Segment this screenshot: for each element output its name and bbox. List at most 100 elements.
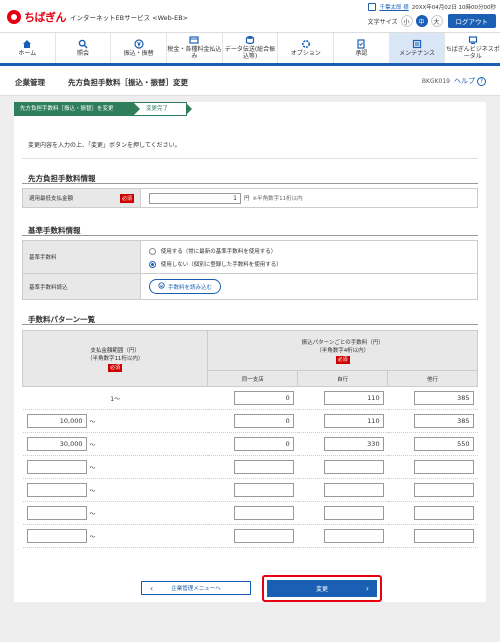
fee-other-bank-input[interactable] <box>413 460 474 474</box>
form-row-min-amount: 適用最低支払金額 必須 1 円 ※半角数字11桁以内 <box>22 188 478 208</box>
font-size-label: 文字サイズ <box>367 18 398 26</box>
required-badge: 必須 <box>119 193 134 203</box>
fee-own-bank-input[interactable] <box>323 529 384 543</box>
range-from-input[interactable] <box>26 483 87 497</box>
tilde: ～ <box>89 464 96 472</box>
fee-other-bank-input[interactable]: 385 <box>413 391 474 405</box>
fee-cell: 110 <box>297 386 388 410</box>
range-from-input[interactable] <box>26 460 87 474</box>
fee-cell: 550 <box>387 432 478 456</box>
fee-own-bank-input[interactable] <box>323 460 384 474</box>
nav-inquiry[interactable]: 照会 <box>56 33 112 63</box>
fee-cell <box>387 524 478 548</box>
base-fee-options: 使用する（常に最新の基準手数料を使用する） 使用しない（個別に登録した手数料を使… <box>141 241 477 273</box>
fee-same-branch-input[interactable]: 0 <box>233 414 294 428</box>
fee-cell <box>297 524 388 548</box>
fee-cell: 385 <box>387 386 478 410</box>
fee-other-bank-input[interactable]: 385 <box>413 414 474 428</box>
required-badge: 必須 <box>108 364 123 372</box>
chevron-right-icon: › <box>365 584 369 593</box>
col-header-range: 支払金額範囲（円） （半角数字11桁以内） 必須 <box>21 330 209 387</box>
nav-maintenance[interactable]: メンテナンス <box>389 33 446 63</box>
logo-mark-icon <box>7 10 21 24</box>
database-icon <box>245 35 255 45</box>
radio-use[interactable] <box>149 247 156 255</box>
help-label: ヘルプ <box>454 77 475 85</box>
radio-not-use[interactable] <box>149 260 156 268</box>
nav-label: ホーム <box>18 49 37 57</box>
table-row: ～ <box>22 455 478 479</box>
option-icon <box>301 39 311 49</box>
col-fee-note: （半角数字4桁以内） <box>316 348 370 354</box>
nav-label: 照会 <box>77 49 90 57</box>
portal-icon <box>468 35 478 45</box>
nav-home[interactable]: ホーム <box>0 33 56 63</box>
fee-own-bank-input[interactable]: 110 <box>323 391 384 405</box>
range-from-input[interactable] <box>26 529 87 543</box>
base-fee-option-not-use[interactable]: 使用しない（個別に登録した手数料を使用する） <box>149 260 282 268</box>
load-fee-value: 手数料を読み込む <box>141 274 477 299</box>
col-range-label: 支払金額範囲（円） <box>90 348 140 354</box>
fee-cell: 110 <box>297 409 388 433</box>
yen-unit: 円 <box>244 196 250 202</box>
col-fee-label: 振込パターンごとの手数料（円） <box>301 340 384 346</box>
fee-pattern-table: 支払金額範囲（円） （半角数字11桁以内） 必須 振込パターンごとの手数料（円）… <box>21 330 478 548</box>
home-icon <box>22 39 32 49</box>
range-from-input[interactable]: 30,000 <box>26 437 87 451</box>
fee-same-branch-input[interactable]: 0 <box>233 391 294 405</box>
fee-cell: 0 <box>207 409 298 433</box>
fee-same-branch-input[interactable] <box>233 529 294 543</box>
fee-other-bank-input[interactable] <box>413 529 474 543</box>
font-size-large-button[interactable]: 大 <box>430 15 443 27</box>
logout-button[interactable]: ログアウト <box>447 14 496 28</box>
nav-label: ちばぎんビジネスポータル <box>445 46 500 60</box>
change-button[interactable]: 変更 › <box>267 580 377 597</box>
range-from-input[interactable]: 10,000 <box>26 414 87 428</box>
fee-same-branch-input[interactable]: 0 <box>233 437 294 451</box>
fee-cell: 0 <box>207 432 298 456</box>
load-fee-label: 基準手数料読込 <box>23 274 141 299</box>
user-icon <box>368 3 377 11</box>
nav-data-transfer[interactable]: データ伝送(総合振込等) <box>223 33 279 63</box>
back-to-menu-button[interactable]: ‹ 企業管理メニューへ <box>141 581 251 595</box>
font-size-small-button[interactable]: 小 <box>400 15 413 27</box>
radio-use-label: 使用する（常に最新の基準手数料を使用する） <box>160 248 277 255</box>
range-from-input[interactable] <box>26 506 87 520</box>
load-fee-button[interactable]: 手数料を読み込む <box>149 279 222 294</box>
fee-other-bank-input[interactable] <box>413 506 474 520</box>
section-rule <box>22 235 478 236</box>
fee-own-bank-input[interactable]: 110 <box>323 414 384 428</box>
user-name-link[interactable]: 千葉太郎 様 <box>379 3 408 11</box>
min-amount-input[interactable]: 1 <box>149 192 241 204</box>
section-rule <box>22 324 478 325</box>
nav-business-portal[interactable]: ちばぎんビジネスポータル <box>445 33 500 63</box>
nav-tax-payment[interactable]: 税金・各種料金払込み <box>167 33 223 63</box>
fee-same-branch-input[interactable] <box>233 506 294 520</box>
nav-transfer[interactable]: 振込・振替 <box>111 33 168 63</box>
main-nav: ホーム 照会 振込・振替 税金・各種料金払込み データ伝送(総合振込等) オプシ… <box>0 32 500 66</box>
divider <box>22 158 478 159</box>
fee-same-branch-input[interactable] <box>233 460 294 474</box>
help-link[interactable]: ヘルプ ? <box>454 76 486 86</box>
fee-own-bank-input[interactable] <box>323 506 384 520</box>
nav-approval[interactable]: 承認 <box>334 33 390 63</box>
col-range-note: （半角数字11桁以内） <box>86 356 144 362</box>
base-fee-option-use[interactable]: 使用する（常に最新の基準手数料を使用する） <box>149 247 276 255</box>
fee-own-bank-input[interactable]: 330 <box>323 437 384 451</box>
header: ちばぎん インターネットEBサービス <Web-EB> 千葉太郎 様 20XX年… <box>0 0 500 32</box>
font-size-medium-button[interactable]: 中 <box>415 15 428 27</box>
fee-other-bank-input[interactable] <box>413 483 474 497</box>
last-login-time: 20XX年04月02日 10時00分00秒 <box>411 5 496 11</box>
load-fee-label-text: 基準手数料読込 <box>29 284 68 291</box>
nav-option[interactable]: オプション <box>278 33 335 63</box>
base-fee-label-text: 基準手数料 <box>29 255 57 261</box>
fee-own-bank-input[interactable] <box>323 483 384 497</box>
fee-other-bank-input[interactable]: 550 <box>413 437 474 451</box>
fee-cell <box>297 455 388 479</box>
nav-label: メンテナンス <box>399 49 435 57</box>
fee-same-branch-input[interactable] <box>233 483 294 497</box>
min-amount-value: 1 円 ※半角数字11桁以内 <box>141 189 477 207</box>
bank-logo[interactable]: ちばぎん インターネットEBサービス <Web-EB> <box>7 9 188 25</box>
fee-cell <box>207 501 298 525</box>
nav-label: 振込・振替 <box>123 49 154 57</box>
